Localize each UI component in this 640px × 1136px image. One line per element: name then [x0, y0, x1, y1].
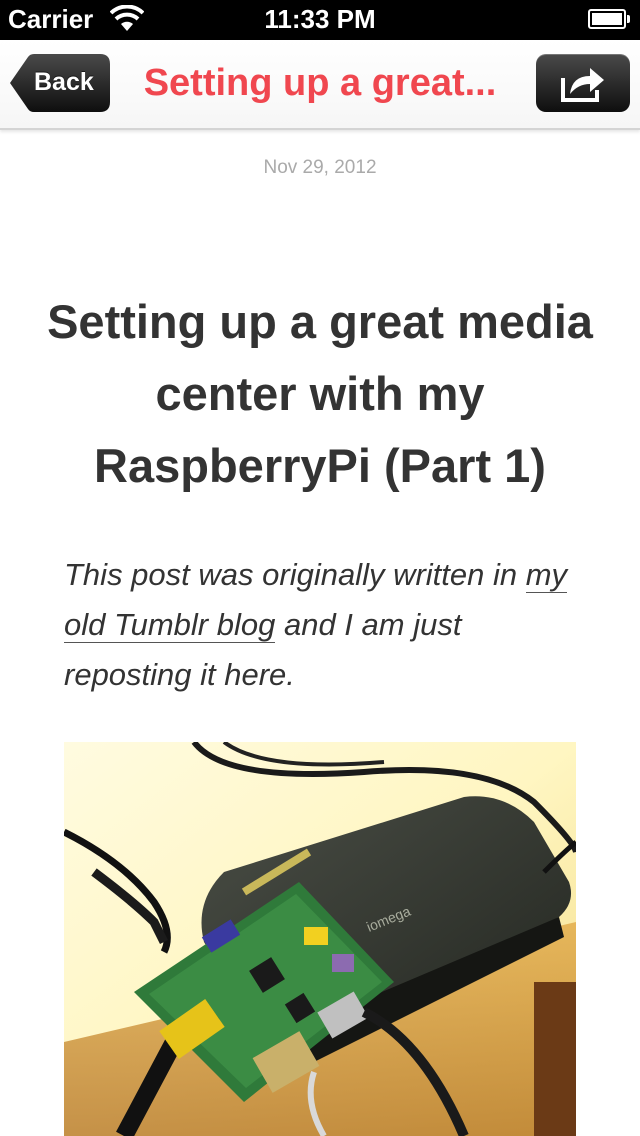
share-button[interactable] [536, 54, 630, 112]
back-button-label: Back [34, 68, 94, 96]
status-bar: Carrier 11:33 PM [0, 0, 640, 40]
intro-prefix: This post was originally written in [64, 557, 526, 592]
raspberry-pi-photo: iomega [64, 742, 576, 1136]
navigation-bar: Back Setting up a great... [0, 40, 640, 130]
back-button[interactable]: Back [10, 54, 110, 112]
post-date: Nov 29, 2012 [263, 157, 377, 178]
post-intro: This post was originally written in my o… [64, 550, 584, 700]
post-title: Setting up a great media center with my … [47, 295, 593, 492]
status-time: 11:33 PM [264, 4, 376, 34]
battery-icon [588, 9, 630, 29]
nav-title: Setting up a great... [143, 62, 497, 104]
share-icon [561, 68, 604, 102]
